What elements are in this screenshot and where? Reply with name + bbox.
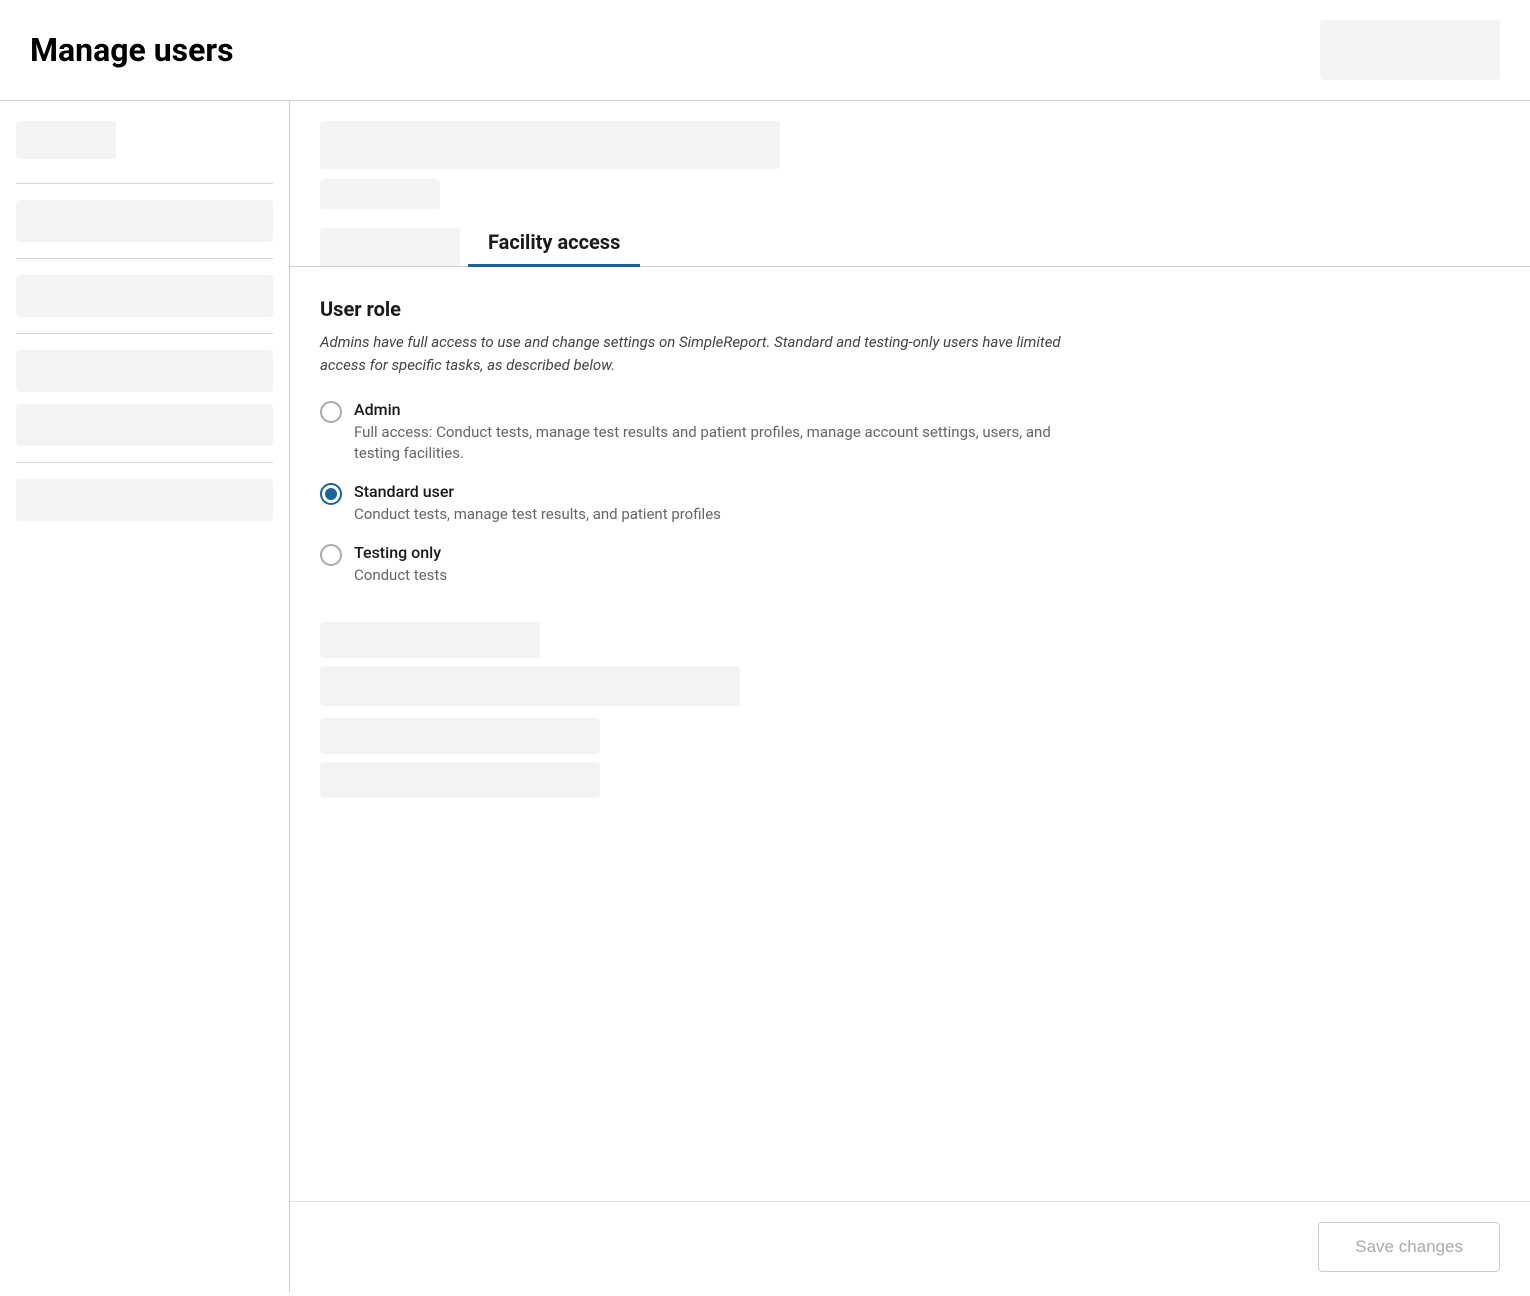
radio-option-testing: Testing only Conduct tests [320, 543, 1500, 586]
radio-label-group-standard: Standard user Conduct tests, manage test… [354, 482, 721, 525]
content-area: Facility access User role Admins have fu… [290, 101, 1530, 1292]
bottom-placeholder-2b [320, 762, 600, 798]
sidebar-divider-4 [16, 462, 273, 463]
content-placeholder-name [320, 121, 780, 169]
radio-desc-standard: Conduct tests, manage test results, and … [354, 504, 721, 525]
radio-label-admin: Admin [354, 400, 1054, 419]
sidebar-divider-3 [16, 333, 273, 334]
sidebar-divider-1 [16, 183, 273, 184]
content-placeholder-sub [320, 179, 440, 209]
main-layout: Facility access User role Admins have fu… [0, 101, 1530, 1292]
header: Manage users [0, 0, 1530, 101]
sidebar-item-4[interactable] [16, 404, 273, 446]
save-changes-button[interactable]: Save changes [1318, 1222, 1500, 1272]
content-top [290, 101, 1530, 209]
user-role-radio-group: Admin Full access: Conduct tests, manage… [320, 400, 1500, 586]
radio-option-admin: Admin Full access: Conduct tests, manage… [320, 400, 1500, 464]
radio-input-testing[interactable] [320, 544, 342, 566]
sidebar-item-2[interactable] [16, 275, 273, 317]
bottom-placeholder-2a [320, 718, 600, 754]
sidebar [0, 101, 290, 1292]
radio-input-standard[interactable] [320, 483, 342, 505]
bottom-placeholder-1a [320, 622, 540, 658]
footer: Save changes [290, 1201, 1530, 1292]
tab-facility-access[interactable]: Facility access [468, 220, 640, 267]
sidebar-top-item [16, 121, 116, 159]
sidebar-item-5[interactable] [16, 479, 273, 521]
panel-content: User role Admins have full access to use… [290, 267, 1530, 1201]
bottom-placeholder-row-2 [320, 718, 1500, 798]
bottom-placeholder-1b [320, 666, 740, 706]
header-placeholder [1320, 20, 1500, 80]
bottom-placeholders [320, 622, 1500, 798]
sidebar-item-3[interactable] [16, 350, 273, 392]
radio-desc-testing: Conduct tests [354, 565, 447, 586]
radio-option-standard: Standard user Conduct tests, manage test… [320, 482, 1500, 525]
page-title: Manage users [30, 31, 234, 69]
radio-label-standard: Standard user [354, 482, 721, 501]
bottom-placeholder-row-1 [320, 622, 1500, 706]
sidebar-divider-2 [16, 258, 273, 259]
radio-label-group-admin: Admin Full access: Conduct tests, manage… [354, 400, 1054, 464]
tab-placeholder-1[interactable] [320, 228, 460, 266]
radio-label-group-testing: Testing only Conduct tests [354, 543, 447, 586]
radio-input-admin[interactable] [320, 401, 342, 423]
tabs-row: Facility access [290, 219, 1530, 267]
user-role-description: Admins have full access to use and chang… [320, 331, 1080, 376]
user-role-title: User role [320, 297, 1500, 321]
sidebar-item-1[interactable] [16, 200, 273, 242]
radio-label-testing: Testing only [354, 543, 447, 562]
radio-desc-admin: Full access: Conduct tests, manage test … [354, 422, 1054, 464]
